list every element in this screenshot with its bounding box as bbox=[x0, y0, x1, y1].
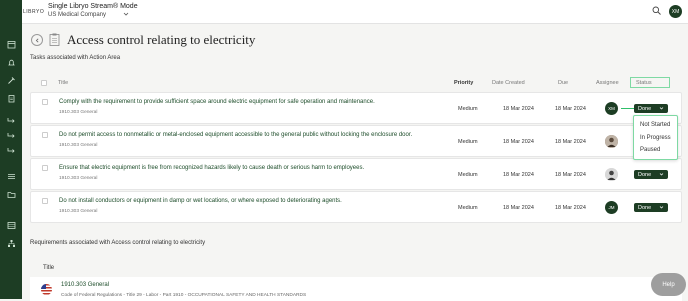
status-dropdown[interactable]: Done bbox=[634, 170, 668, 179]
date-created: 18 Mar 2024 bbox=[503, 172, 534, 178]
brand-name: LIBRYO bbox=[23, 9, 45, 15]
col-assignee: Assignee bbox=[596, 80, 619, 86]
table-row[interactable]: Comply with the requirement to provide s… bbox=[30, 92, 682, 124]
chevron-down-icon bbox=[659, 173, 664, 176]
clipboard-icon bbox=[49, 33, 60, 46]
col-priority[interactable]: Priority bbox=[454, 80, 473, 86]
task-title[interactable]: Do not install conductors or equipment i… bbox=[59, 198, 342, 204]
row-checkbox[interactable] bbox=[42, 165, 48, 171]
tools-icon[interactable] bbox=[5, 74, 17, 86]
list-icon[interactable] bbox=[5, 170, 17, 182]
us-flag-icon bbox=[41, 284, 52, 295]
col-title[interactable]: Title bbox=[58, 80, 68, 86]
col-date-created[interactable]: Date Created bbox=[492, 80, 525, 86]
mode-title: Single Libryo Stream® Mode bbox=[48, 3, 138, 10]
task-title[interactable]: Do not permit access to nonmetallic or m… bbox=[59, 132, 412, 138]
arrow-right-icon[interactable] bbox=[5, 144, 17, 156]
status-option-not-started[interactable]: Not Started bbox=[640, 122, 670, 128]
date-created: 18 Mar 2024 bbox=[503, 139, 534, 145]
person-photo-icon bbox=[605, 168, 618, 181]
status-arrow bbox=[621, 106, 637, 110]
row-checkbox[interactable] bbox=[42, 132, 48, 138]
status-option-paused[interactable]: Paused bbox=[640, 147, 660, 153]
assignee-avatar[interactable] bbox=[605, 168, 618, 181]
status-dropdown[interactable]: Done bbox=[634, 104, 668, 113]
status-dropdown-menu: Not Started In Progress Paused bbox=[633, 115, 678, 160]
priority-select[interactable]: Medium bbox=[458, 205, 478, 211]
folder-icon[interactable] bbox=[5, 188, 17, 200]
task-ref: 1910.303 General bbox=[59, 209, 98, 214]
row-checkbox[interactable] bbox=[42, 198, 48, 204]
top-bar: ERM LIBRYO Single Libryo Stream® Mode US… bbox=[0, 0, 688, 24]
tasks-section-title: Tasks associated with Action Area bbox=[30, 55, 121, 61]
req-col-title[interactable]: Title bbox=[43, 265, 54, 271]
due-date: 18 Mar 2024 bbox=[555, 139, 586, 145]
chevron-down-icon bbox=[659, 206, 664, 209]
assignee-avatar[interactable]: XM bbox=[605, 102, 618, 115]
task-ref: 1910.303 General bbox=[59, 110, 98, 115]
table-row[interactable]: Do not permit access to nonmetallic or m… bbox=[30, 125, 682, 157]
date-created: 18 Mar 2024 bbox=[503, 205, 534, 211]
date-created: 18 Mar 2024 bbox=[503, 106, 534, 112]
status-option-in-progress[interactable]: In Progress bbox=[640, 135, 671, 141]
search-icon[interactable] bbox=[652, 6, 661, 15]
arrow-right-icon[interactable] bbox=[5, 129, 17, 141]
calendar-icon[interactable] bbox=[5, 38, 17, 50]
requirement-subtitle: Code of Federal Regulations - Title 29 -… bbox=[61, 293, 307, 298]
clipboard-icon[interactable] bbox=[5, 92, 17, 104]
due-date: 18 Mar 2024 bbox=[555, 172, 586, 178]
help-button[interactable]: Help bbox=[651, 273, 686, 296]
sitemap-icon[interactable] bbox=[5, 237, 17, 249]
due-date: 18 Mar 2024 bbox=[555, 106, 586, 112]
col-due[interactable]: Due bbox=[558, 80, 568, 86]
requirement-row[interactable]: 1910.303 General Code of Federal Regulat… bbox=[30, 277, 682, 301]
back-button[interactable] bbox=[31, 34, 43, 46]
user-avatar[interactable]: XM bbox=[669, 5, 682, 18]
assignee-avatar[interactable] bbox=[605, 135, 618, 148]
bell-icon[interactable] bbox=[5, 56, 17, 68]
due-date: 18 Mar 2024 bbox=[555, 205, 586, 211]
page-title: Access control relating to electricity bbox=[67, 32, 256, 47]
table-row[interactable]: Do not install conductors or equipment i… bbox=[30, 191, 682, 223]
table-row[interactable]: Ensure that electric equipment is free f… bbox=[30, 158, 682, 190]
task-ref: 1910.303 General bbox=[59, 143, 98, 148]
row-checkbox[interactable] bbox=[42, 99, 48, 105]
company-selector[interactable]: US Medical Company bbox=[48, 12, 106, 18]
sidebar bbox=[0, 0, 22, 299]
priority-select[interactable]: Medium bbox=[458, 106, 478, 112]
status-label: Done bbox=[638, 105, 652, 112]
person-photo-icon bbox=[605, 135, 618, 148]
table-icon[interactable] bbox=[5, 219, 17, 231]
select-all-checkbox[interactable] bbox=[41, 80, 47, 86]
priority-select[interactable]: Medium bbox=[458, 172, 478, 178]
assignee-avatar[interactable]: JM bbox=[605, 201, 618, 214]
requirements-section-title: Requirements associated with Access cont… bbox=[30, 240, 206, 246]
chevron-left-icon bbox=[35, 38, 38, 42]
status-header-highlight bbox=[630, 77, 670, 88]
status-dropdown[interactable]: Done bbox=[634, 203, 668, 212]
arrow-right-icon[interactable] bbox=[5, 114, 17, 126]
chevron-down-icon[interactable] bbox=[123, 11, 129, 17]
task-title[interactable]: Comply with the requirement to provide s… bbox=[59, 99, 375, 105]
status-label: Done bbox=[638, 171, 652, 178]
chevron-down-icon bbox=[659, 107, 664, 110]
priority-select[interactable]: Medium bbox=[458, 139, 478, 145]
task-title[interactable]: Ensure that electric equipment is free f… bbox=[59, 165, 364, 171]
tasks-table-header: Title Priority Date Created Due Assignee… bbox=[30, 76, 682, 90]
task-ref: 1910.303 General bbox=[59, 176, 98, 181]
status-label: Done bbox=[638, 204, 652, 211]
requirement-title[interactable]: 1910.303 General bbox=[61, 282, 109, 288]
